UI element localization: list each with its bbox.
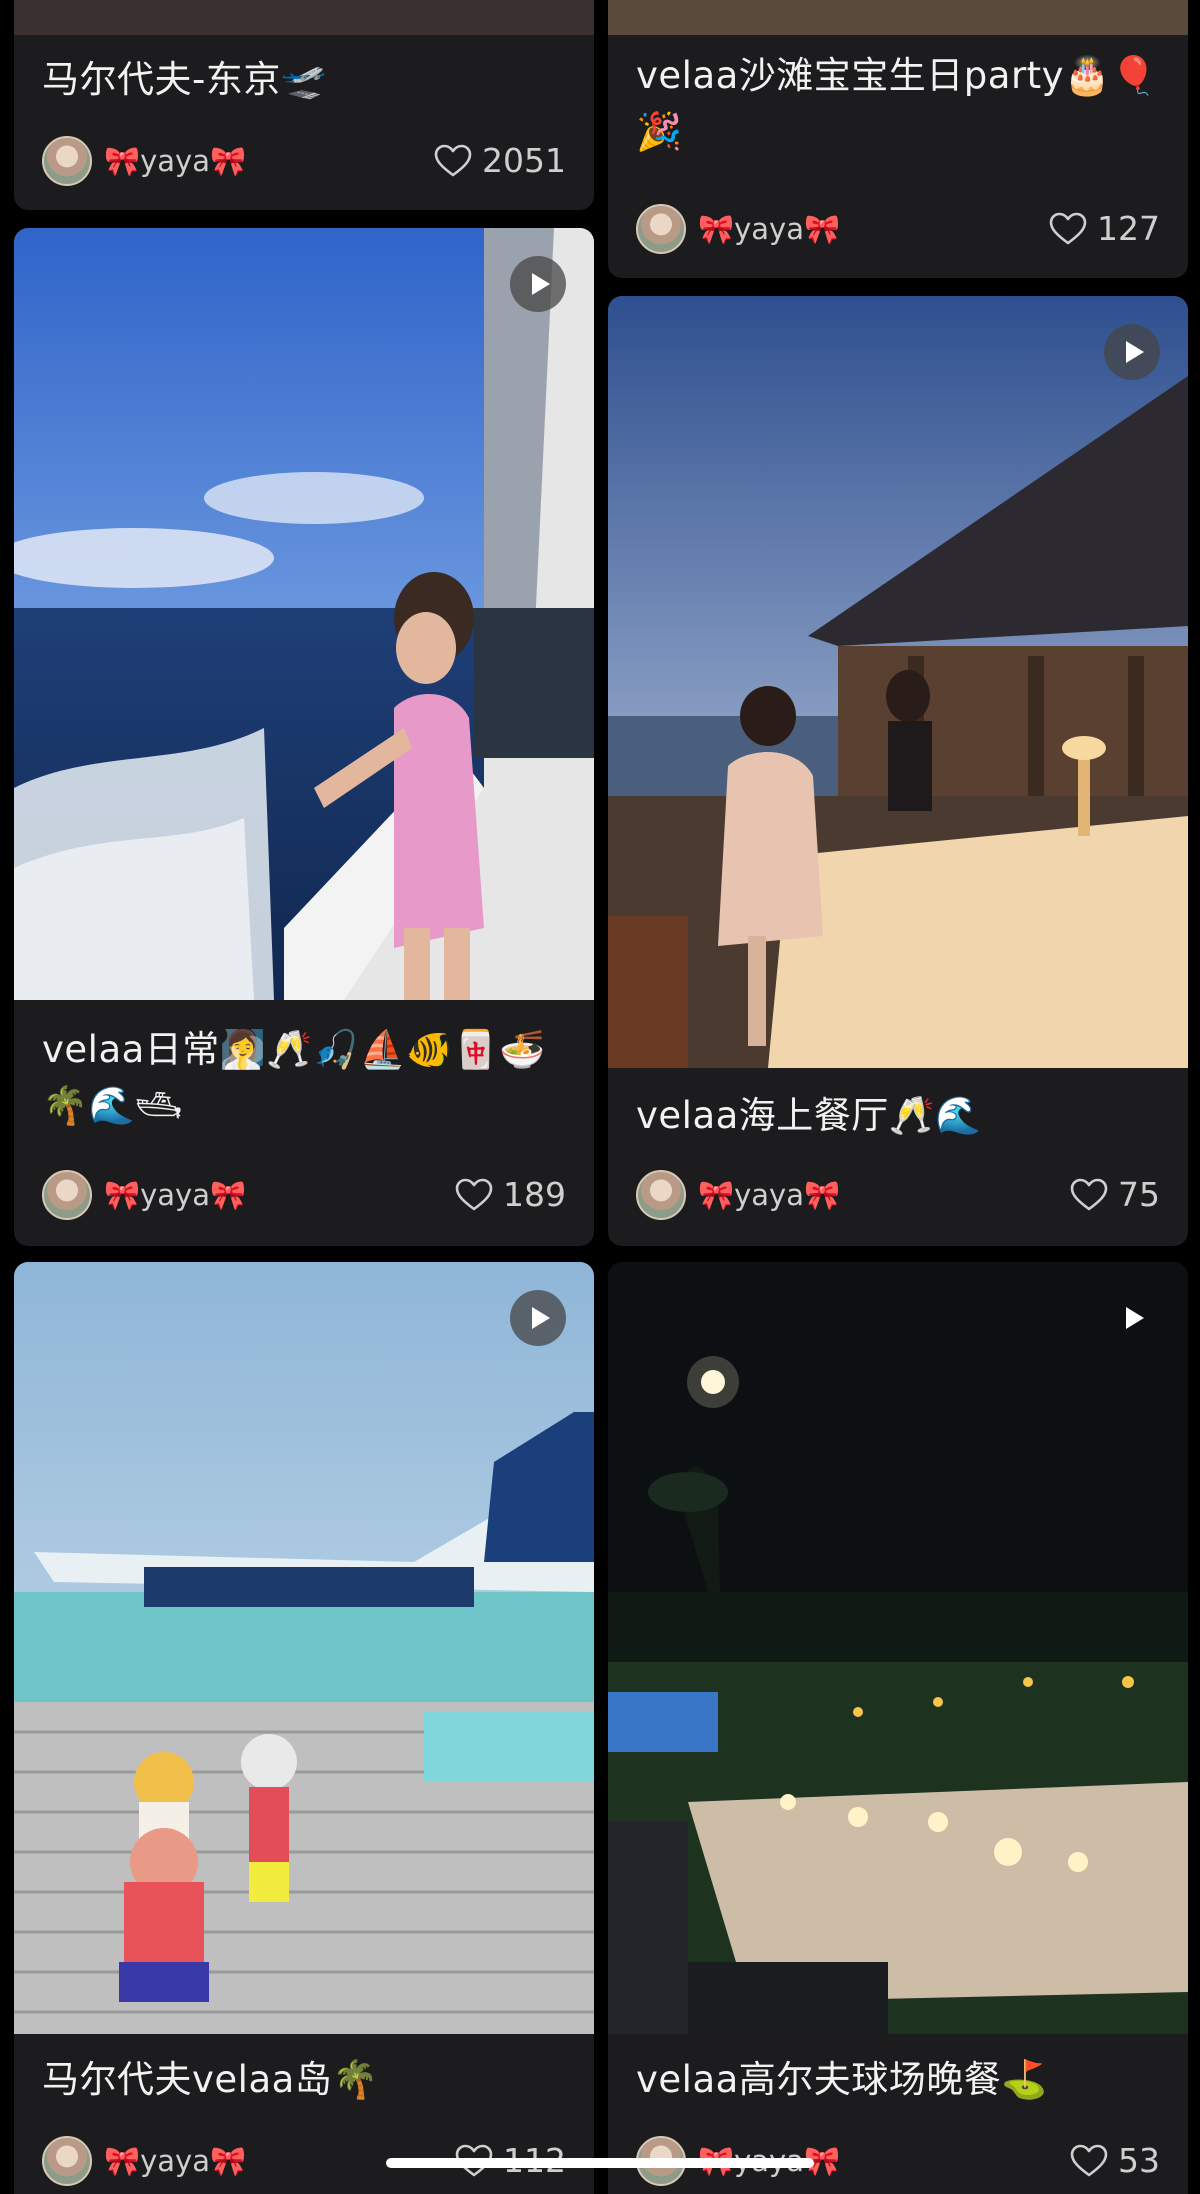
avatar[interactable]	[636, 204, 686, 254]
heart-outline-icon	[1070, 1178, 1108, 1211]
avatar[interactable]	[42, 1170, 92, 1220]
post-cover-image[interactable]	[608, 0, 1188, 35]
like-button[interactable]: 75	[1070, 1172, 1160, 1218]
post-card[interactable]: velaa海上餐厅🥂🌊 🎀yaya🎀 75	[608, 296, 1188, 1246]
post-title[interactable]: velaa日常🧖‍♀️🥂🎣⛵️🐠🀄️🍜🌴🌊🛥	[42, 1022, 570, 1134]
post-title[interactable]: velaa沙滩宝宝生日party🎂🎈🎉	[636, 48, 1164, 160]
play-icon	[531, 273, 550, 295]
post-feed: 马尔代夫-东京🛫 🎀yaya🎀 2051	[0, 0, 1200, 2194]
play-button[interactable]	[1104, 1290, 1160, 1346]
post-meta: 🎀yaya🎀 127	[636, 204, 1160, 256]
play-icon	[531, 1307, 550, 1329]
author-name[interactable]: 🎀yaya🎀	[698, 208, 840, 250]
play-button[interactable]	[1104, 324, 1160, 380]
post-card[interactable]: velaa高尔夫球场晚餐⛳️ 🎀yaya🎀 53	[608, 1262, 1188, 2194]
post-meta: 🎀yaya🎀 2051	[42, 136, 566, 188]
like-count: 53	[1118, 2141, 1160, 2180]
like-button[interactable]: 189	[455, 1172, 566, 1218]
like-button[interactable]: 2051	[434, 138, 566, 184]
home-indicator[interactable]	[386, 2158, 814, 2168]
post-card[interactable]: 马尔代夫velaa岛🌴 🎀yaya🎀 112	[14, 1262, 594, 2194]
like-count: 75	[1118, 1175, 1160, 1214]
play-icon	[1125, 341, 1144, 363]
play-button[interactable]	[510, 256, 566, 312]
post-title[interactable]: 马尔代夫velaa岛🌴	[42, 2052, 570, 2108]
post-cover-image[interactable]	[14, 1262, 594, 2034]
post-title[interactable]: velaa海上餐厅🥂🌊	[636, 1088, 1164, 1144]
play-button[interactable]	[510, 1290, 566, 1346]
post-cover-image[interactable]	[608, 1262, 1188, 2034]
author-name[interactable]: 🎀yaya🎀	[104, 1174, 246, 1216]
author-name[interactable]: 🎀yaya🎀	[104, 140, 246, 182]
like-count: 2051	[482, 141, 566, 180]
heart-outline-icon	[1070, 2144, 1108, 2177]
post-title[interactable]: 马尔代夫-东京🛫	[42, 52, 570, 108]
post-card[interactable]: 马尔代夫-东京🛫 🎀yaya🎀 2051	[14, 0, 594, 210]
author-name[interactable]: 🎀yaya🎀	[698, 1174, 840, 1216]
heart-outline-icon	[1049, 212, 1087, 245]
post-card[interactable]: velaa沙滩宝宝生日party🎂🎈🎉 🎀yaya🎀 127	[608, 0, 1188, 278]
post-meta: 🎀yaya🎀 189	[42, 1170, 566, 1222]
like-count: 127	[1097, 209, 1160, 248]
like-button[interactable]: 127	[1049, 206, 1160, 252]
post-cover-image[interactable]	[14, 0, 594, 35]
post-cover-image[interactable]	[608, 296, 1188, 1068]
post-cover-image[interactable]	[14, 228, 594, 1000]
post-title[interactable]: velaa高尔夫球场晚餐⛳️	[636, 2052, 1164, 2108]
post-meta: 🎀yaya🎀 75	[636, 1170, 1160, 1222]
avatar[interactable]	[42, 136, 92, 186]
like-button[interactable]: 53	[1070, 2138, 1160, 2184]
avatar[interactable]	[42, 2136, 92, 2186]
avatar[interactable]	[636, 1170, 686, 1220]
play-icon	[1125, 1307, 1144, 1329]
author-name[interactable]: 🎀yaya🎀	[104, 2140, 246, 2182]
heart-outline-icon	[434, 144, 472, 177]
post-card[interactable]: velaa日常🧖‍♀️🥂🎣⛵️🐠🀄️🍜🌴🌊🛥 🎀yaya🎀 189	[14, 228, 594, 1246]
heart-outline-icon	[455, 1178, 493, 1211]
like-count: 189	[503, 1175, 566, 1214]
